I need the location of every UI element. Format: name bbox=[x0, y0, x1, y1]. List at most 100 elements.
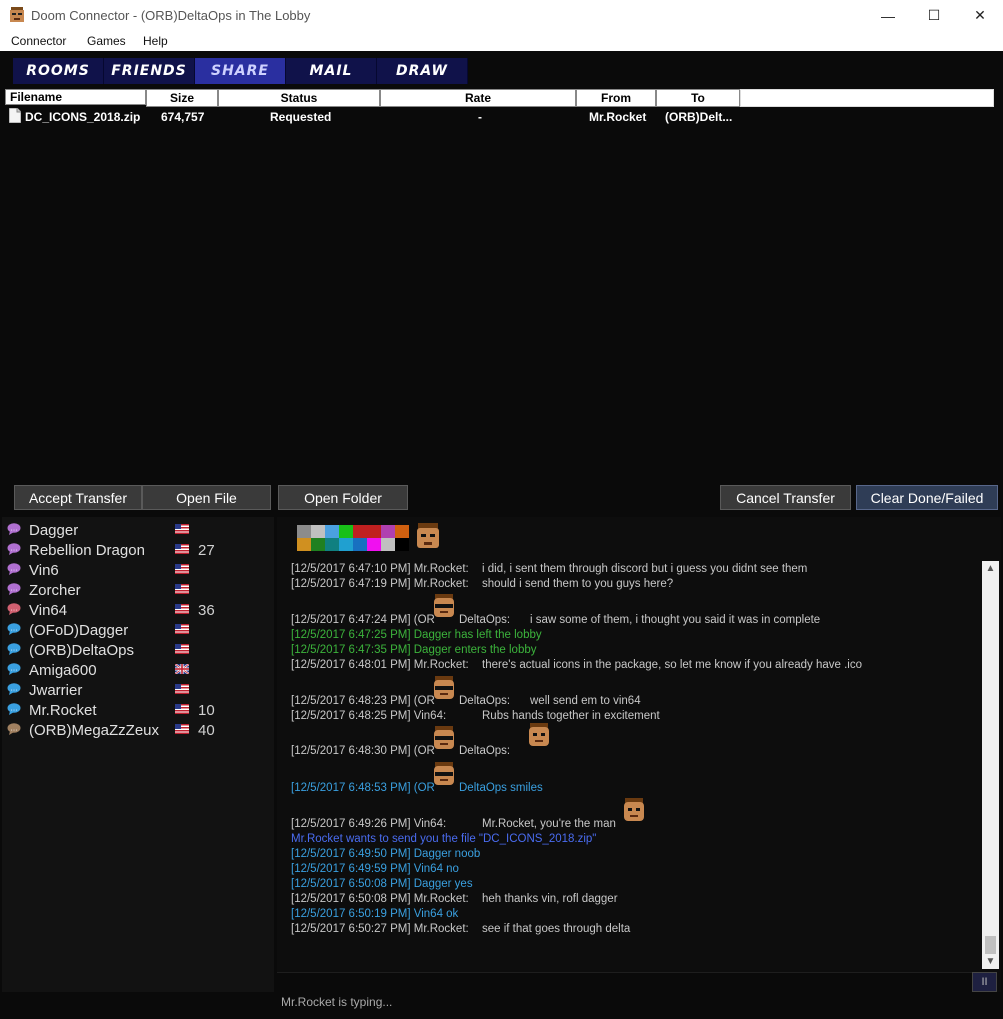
doomguy-face-icon[interactable] bbox=[415, 523, 441, 553]
svg-text:…: … bbox=[11, 585, 18, 593]
chat-message: [12/5/2017 6:50:08 PM] Dagger yes bbox=[291, 878, 473, 890]
close-button[interactable]: ✕ bbox=[957, 0, 1003, 31]
chat-bubble-icon: … bbox=[7, 683, 21, 695]
list-item[interactable]: … Jwarrier bbox=[7, 680, 272, 700]
chat-text: there's actual icons in the package, so … bbox=[482, 659, 862, 671]
menu-games[interactable]: Games bbox=[87, 34, 126, 48]
col-status[interactable]: Status bbox=[218, 89, 380, 107]
list-item[interactable]: … (OFoD)Dagger bbox=[7, 620, 272, 640]
chat-prefix: [12/5/2017 6:48:23 PM] (OR bbox=[291, 695, 435, 707]
palette-swatch[interactable] bbox=[325, 525, 339, 538]
cell-to: (ORB)Delt... bbox=[665, 110, 733, 124]
cancel-transfer-button[interactable]: Cancel Transfer bbox=[720, 485, 851, 510]
col-to[interactable]: To bbox=[656, 89, 740, 107]
chat-bubble-icon: … bbox=[7, 583, 21, 595]
palette-swatch[interactable] bbox=[367, 538, 381, 551]
accept-transfer-button[interactable]: Accept Transfer bbox=[14, 485, 142, 510]
list-item[interactable]: … Dagger bbox=[7, 520, 272, 540]
user-number: 10 bbox=[198, 702, 215, 719]
palette-swatch[interactable] bbox=[353, 525, 367, 538]
list-item[interactable]: … Rebellion Dragon 27 bbox=[7, 540, 272, 560]
palette-swatch[interactable] bbox=[381, 525, 395, 538]
scroll-thumb[interactable] bbox=[985, 936, 996, 954]
chat-bubble-icon: … bbox=[7, 603, 21, 615]
chat-speaker: DeltaOps: bbox=[459, 745, 511, 757]
minimize-button[interactable]: — bbox=[865, 0, 911, 31]
palette-swatch[interactable] bbox=[297, 525, 311, 538]
scroll-up-icon[interactable]: ▲ bbox=[982, 563, 999, 574]
pause-icon[interactable]: II bbox=[972, 972, 997, 992]
list-item[interactable]: … Mr.Rocket 10 bbox=[7, 700, 272, 720]
clear-done-failed-button[interactable]: Clear Done/Failed bbox=[856, 485, 998, 510]
chat-prefix: [12/5/2017 6:48:25 PM] Vin64: bbox=[291, 710, 447, 722]
svg-text:…: … bbox=[11, 725, 18, 733]
svg-text:…: … bbox=[11, 525, 18, 533]
palette-swatch[interactable] bbox=[395, 538, 409, 551]
palette-swatch[interactable] bbox=[395, 525, 409, 538]
chat-speaker: DeltaOps: bbox=[459, 695, 511, 707]
list-item[interactable]: … Amiga600 bbox=[7, 660, 272, 680]
user-name: Vin6 bbox=[29, 562, 59, 579]
chat-message: [12/5/2017 6:49:50 PM] Dagger noob bbox=[291, 848, 480, 860]
palette-swatch[interactable] bbox=[325, 538, 339, 551]
chat-bubble-icon: … bbox=[7, 643, 21, 655]
cell-size: 674,757 bbox=[161, 110, 205, 124]
open-file-button[interactable]: Open File bbox=[142, 485, 271, 510]
maximize-button[interactable]: ☐ bbox=[911, 0, 957, 31]
doomguy-sunglasses-emoji-icon bbox=[434, 676, 454, 699]
chat-prefix: [12/5/2017 6:48:30 PM] (OR bbox=[291, 745, 435, 757]
chat-panel: [12/5/2017 6:47:10 PM] Mr.Rocket: i did, … bbox=[277, 517, 1001, 993]
col-filename[interactable]: Filename bbox=[5, 89, 146, 105]
user-number: 36 bbox=[198, 602, 215, 619]
chat-text: see if that goes through delta bbox=[482, 923, 631, 935]
col-rate[interactable]: Rate bbox=[380, 89, 576, 107]
list-item[interactable]: … Zorcher bbox=[7, 580, 272, 600]
palette-swatch[interactable] bbox=[311, 525, 325, 538]
scroll-down-icon[interactable]: ▼ bbox=[982, 956, 999, 967]
menu-bar: Connector Games Help bbox=[0, 31, 1003, 51]
list-item[interactable]: … Vin6 bbox=[7, 560, 272, 580]
palette-swatch[interactable] bbox=[353, 538, 367, 551]
chat-message: [12/5/2017 6:48:01 PM] Mr.Rocket: there's… bbox=[291, 659, 862, 671]
window-title: Doom Connector - (ORB)DeltaOps in The Lo… bbox=[31, 8, 311, 23]
chat-text: Mr.Rocket, you're the man bbox=[482, 818, 616, 830]
svg-text:…: … bbox=[11, 605, 18, 613]
us-flag-icon bbox=[175, 584, 189, 594]
col-from[interactable]: From bbox=[576, 89, 656, 107]
tab-draw[interactable]: Draw bbox=[377, 58, 468, 84]
palette-swatch[interactable] bbox=[367, 525, 381, 538]
user-name: Jwarrier bbox=[29, 682, 83, 699]
tab-friends[interactable]: Friends bbox=[104, 58, 195, 84]
chat-prefix: [12/5/2017 6:50:19 PM] Vin64 ok bbox=[291, 908, 459, 920]
list-item[interactable]: … Vin64 36 bbox=[7, 600, 272, 620]
palette-swatch[interactable] bbox=[381, 538, 395, 551]
palette-swatch[interactable] bbox=[297, 538, 311, 551]
doomguy-face-emoji-icon bbox=[529, 723, 549, 746]
chat-speaker: DeltaOps smiles bbox=[459, 782, 543, 794]
chat-prefix: [12/5/2017 6:47:25 PM] Dagger has left t… bbox=[291, 629, 542, 641]
chat-scrollbar[interactable]: ▲ ▼ bbox=[982, 561, 999, 969]
col-size[interactable]: Size bbox=[146, 89, 218, 107]
tab-mail[interactable]: Mail bbox=[286, 58, 377, 84]
nav-tabs: Rooms Friends Share Mail Draw bbox=[13, 58, 468, 84]
tab-share[interactable]: Share bbox=[195, 58, 286, 84]
open-folder-button[interactable]: Open Folder bbox=[278, 485, 408, 510]
chat-speaker: DeltaOps: bbox=[459, 614, 511, 626]
list-item[interactable]: … (ORB)MegaZzZeux 40 bbox=[7, 720, 272, 740]
chat-input[interactable] bbox=[277, 972, 977, 993]
palette-swatch[interactable] bbox=[339, 525, 353, 538]
palette-swatch[interactable] bbox=[311, 538, 325, 551]
chat-prefix: [12/5/2017 6:49:26 PM] Vin64: bbox=[291, 818, 447, 830]
us-flag-icon bbox=[175, 564, 189, 574]
chat-message: [12/5/2017 6:49:59 PM] Vin64 no bbox=[291, 863, 459, 875]
user-name: (ORB)DeltaOps bbox=[29, 642, 135, 659]
menu-help[interactable]: Help bbox=[143, 34, 168, 48]
chat-text: i did, i sent them through discord but i… bbox=[482, 563, 808, 575]
menu-connector[interactable]: Connector bbox=[11, 34, 66, 48]
chat-bubble-icon: … bbox=[7, 703, 21, 715]
list-item[interactable]: … (ORB)DeltaOps bbox=[7, 640, 272, 660]
chat-prefix: [12/5/2017 6:48:53 PM] (OR bbox=[291, 782, 435, 794]
chat-bubble-icon: … bbox=[7, 543, 21, 555]
palette-swatch[interactable] bbox=[339, 538, 353, 551]
tab-rooms[interactable]: Rooms bbox=[13, 58, 104, 84]
